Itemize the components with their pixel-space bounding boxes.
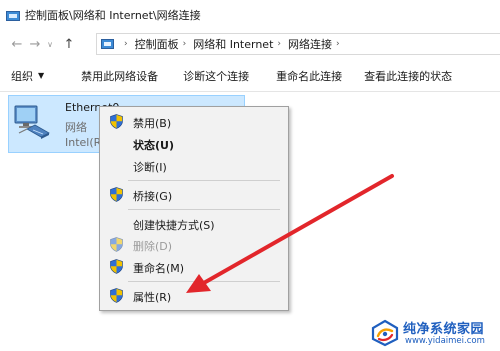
menu-separator bbox=[128, 281, 280, 282]
context-menu: 禁用(B) 状态(U) 诊断(I) 桥接(G) 创建快捷方式(S) 删除(D) … bbox=[99, 106, 289, 311]
title-bar: 控制面板\网络和 Internet\网络连接 bbox=[0, 0, 500, 29]
address-bar[interactable]: › 控制面板 › 网络和 Internet › 网络连接 › bbox=[96, 33, 500, 55]
menu-item-delete: 删除(D) bbox=[100, 235, 288, 255]
organize-label: 组织 bbox=[11, 69, 33, 83]
site-watermark: 纯净系统家园 www.yidaimei.com bbox=[370, 317, 498, 349]
forward-button[interactable]: → bbox=[26, 34, 44, 54]
up-button[interactable]: ↑ bbox=[60, 34, 78, 54]
menu-item-label: 禁用(B) bbox=[133, 117, 172, 130]
view-status-button[interactable]: 查看此连接的状态 bbox=[364, 68, 452, 84]
menu-separator bbox=[128, 209, 280, 210]
breadcrumb-network-internet[interactable]: 网络和 Internet bbox=[193, 36, 273, 52]
rename-connection-button[interactable]: 重命名此连接 bbox=[276, 68, 342, 84]
caret-down-icon: ▼ bbox=[38, 71, 45, 80]
control-panel-icon bbox=[6, 9, 20, 21]
menu-item-label: 状态(U) bbox=[133, 139, 174, 152]
network-adapter-icon bbox=[14, 105, 50, 139]
menu-item-disable[interactable]: 禁用(B) bbox=[100, 112, 288, 132]
menu-item-rename[interactable]: 重命名(M) bbox=[100, 257, 288, 277]
menu-item-label: 属性(R) bbox=[133, 291, 172, 304]
control-panel-icon bbox=[101, 38, 114, 50]
menu-item-properties[interactable]: 属性(R) bbox=[100, 286, 288, 306]
uac-shield-icon bbox=[110, 259, 123, 274]
organize-menu-button[interactable]: 组织 ▼ bbox=[11, 68, 44, 84]
breadcrumb-separator[interactable]: › bbox=[124, 39, 128, 49]
watermark-title: 纯净系统家园 bbox=[403, 322, 485, 337]
navigation-bar: ← → ∨ ↑ › 控制面板 › 网络和 Internet › 网络连接 › bbox=[0, 30, 500, 58]
menu-item-label: 重命名(M) bbox=[133, 262, 185, 275]
back-button[interactable]: ← bbox=[8, 34, 26, 54]
menu-item-create-shortcut[interactable]: 创建快捷方式(S) bbox=[100, 214, 288, 234]
menu-item-bridge[interactable]: 桥接(G) bbox=[100, 185, 288, 205]
breadcrumb-separator[interactable]: › bbox=[183, 39, 187, 49]
menu-item-diagnose[interactable]: 诊断(I) bbox=[100, 156, 288, 176]
diagnose-connection-button[interactable]: 诊断这个连接 bbox=[183, 68, 249, 84]
site-logo-icon bbox=[371, 319, 399, 347]
menu-item-label: 桥接(G) bbox=[133, 190, 173, 203]
disable-device-button[interactable]: 禁用此网络设备 bbox=[81, 68, 158, 84]
menu-separator bbox=[128, 180, 280, 181]
menu-item-label: 诊断(I) bbox=[133, 161, 167, 174]
command-toolbar: 组织 ▼ 禁用此网络设备 诊断这个连接 重命名此连接 查看此连接的状态 bbox=[0, 60, 500, 92]
adapter-status: 网络 bbox=[65, 121, 87, 134]
uac-shield-icon bbox=[110, 187, 123, 202]
menu-item-label: 删除(D) bbox=[133, 240, 173, 253]
menu-item-label: 创建快捷方式(S) bbox=[133, 219, 215, 232]
uac-shield-icon bbox=[110, 237, 123, 252]
breadcrumb-separator[interactable]: › bbox=[336, 39, 340, 49]
breadcrumb-separator[interactable]: › bbox=[277, 39, 281, 49]
breadcrumb-network-connections[interactable]: 网络连接 bbox=[288, 36, 332, 52]
uac-shield-icon bbox=[110, 288, 123, 303]
recent-locations-dropdown[interactable]: ∨ bbox=[44, 34, 56, 54]
window-title: 控制面板\网络和 Internet\网络连接 bbox=[25, 8, 201, 22]
uac-shield-icon bbox=[110, 114, 123, 129]
breadcrumb-control-panel[interactable]: 控制面板 bbox=[135, 36, 179, 52]
menu-item-status[interactable]: 状态(U) bbox=[100, 134, 288, 154]
watermark-url: www.yidaimei.com bbox=[405, 336, 485, 346]
